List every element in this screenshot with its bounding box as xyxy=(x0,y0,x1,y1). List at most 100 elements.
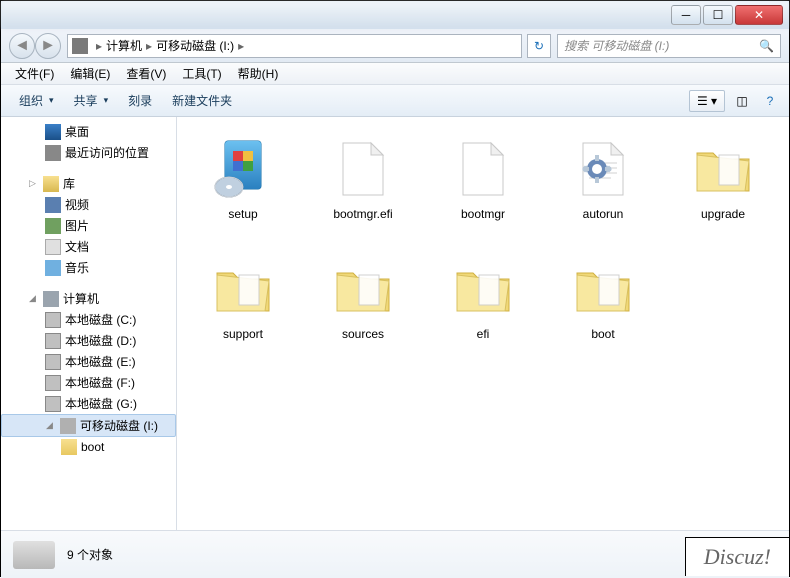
main-area: 桌面 最近访问的位置 ▷库 视频 图片 文档 音乐 ◢计算机 本地磁盘 (C:)… xyxy=(1,117,789,530)
file-item-efi[interactable]: efi xyxy=(425,249,541,365)
sidebar-computer[interactable]: ◢ 计算机 xyxy=(1,288,176,309)
sidebar-item-label: 桌面 xyxy=(65,123,89,140)
sidebar-disk-g[interactable]: 本地磁盘 (G:) xyxy=(1,393,176,414)
close-button[interactable]: ✕ xyxy=(735,5,783,25)
recent-icon xyxy=(45,145,61,161)
sidebar-disk-e[interactable]: 本地磁盘 (E:) xyxy=(1,351,176,372)
file-icon xyxy=(327,133,399,205)
sidebar-disk-d[interactable]: 本地磁盘 (D:) xyxy=(1,330,176,351)
sidebar-item-label: 本地磁盘 (F:) xyxy=(65,374,135,391)
menu-tools[interactable]: 工具(T) xyxy=(174,63,229,84)
folder-icon xyxy=(687,133,759,205)
file-list[interactable]: setup bootmgr.efi bootmgr autorun upgrade sup… xyxy=(177,117,789,530)
search-input[interactable]: 搜索 可移动磁盘 (I:) 🔍 xyxy=(557,34,781,58)
folder-icon xyxy=(61,439,77,455)
maximize-button[interactable]: ☐ xyxy=(703,5,733,25)
sidebar-item-label: 可移动磁盘 (I:) xyxy=(80,417,158,434)
help-button[interactable]: ? xyxy=(759,90,781,112)
menu-file[interactable]: 文件(F) xyxy=(7,63,62,84)
picture-icon xyxy=(45,218,61,234)
sidebar-recent[interactable]: 最近访问的位置 xyxy=(1,142,176,163)
breadcrumb-computer[interactable]: 计算机 xyxy=(106,37,142,54)
file-item-boot[interactable]: boot xyxy=(545,249,661,365)
file-icon xyxy=(447,133,519,205)
watermark: Discuz! xyxy=(685,537,789,576)
folder-icon xyxy=(327,253,399,325)
share-button[interactable]: 共享 xyxy=(64,88,119,113)
sidebar-disk-c[interactable]: 本地磁盘 (C:) xyxy=(1,309,176,330)
folder-icon xyxy=(567,253,639,325)
navigation-pane[interactable]: 桌面 最近访问的位置 ▷库 视频 图片 文档 音乐 ◢计算机 本地磁盘 (C:)… xyxy=(1,117,177,530)
command-bar: 组织 共享 刻录 新建文件夹 ☰ ▾ ◫ ? xyxy=(1,85,789,117)
exe-icon xyxy=(207,133,279,205)
file-item-bootmgr.efi[interactable]: bootmgr.efi xyxy=(305,129,421,245)
collapse-icon[interactable]: ◢ xyxy=(46,420,56,431)
expand-icon[interactable]: ▷ xyxy=(29,178,39,189)
sidebar-folder-boot[interactable]: boot xyxy=(1,437,176,457)
sidebar-videos[interactable]: 视频 xyxy=(1,194,176,215)
inf-icon xyxy=(567,133,639,205)
sidebar-item-label: 计算机 xyxy=(63,290,99,307)
folder-icon xyxy=(207,253,279,325)
file-label: autorun xyxy=(583,207,624,221)
document-icon xyxy=(45,239,61,255)
search-placeholder: 搜索 可移动磁盘 (I:) xyxy=(564,37,669,54)
file-item-support[interactable]: support xyxy=(185,249,301,365)
file-label: bootmgr.efi xyxy=(333,207,392,221)
sidebar-item-label: 文档 xyxy=(65,238,89,255)
status-bar: 9 个对象 xyxy=(1,530,789,578)
file-item-bootmgr[interactable]: bootmgr xyxy=(425,129,541,245)
breadcrumb-drive[interactable]: 可移动磁盘 (I:) xyxy=(156,37,234,54)
sidebar-item-label: 本地磁盘 (G:) xyxy=(65,395,137,412)
sidebar-item-label: 库 xyxy=(63,175,75,192)
sidebar-libraries[interactable]: ▷库 xyxy=(1,173,176,194)
music-icon xyxy=(45,260,61,276)
menu-view[interactable]: 查看(V) xyxy=(118,63,174,84)
sidebar-item-label: 图片 xyxy=(65,217,89,234)
search-icon[interactable]: 🔍 xyxy=(759,39,774,53)
preview-pane-button[interactable]: ◫ xyxy=(731,90,753,112)
file-item-sources[interactable]: sources xyxy=(305,249,421,365)
title-bar: ─ ☐ ✕ xyxy=(1,1,789,29)
sidebar-item-label: 本地磁盘 (D:) xyxy=(65,332,136,349)
minimize-button[interactable]: ─ xyxy=(671,5,701,25)
navigation-bar: ◄ ► ▸ 计算机 ▸ 可移动磁盘 (I:) ▸ ↻ 搜索 可移动磁盘 (I:)… xyxy=(1,29,789,63)
library-icon xyxy=(43,176,59,192)
disk-icon xyxy=(45,354,61,370)
file-label: bootmgr xyxy=(461,207,505,221)
forward-button[interactable]: ► xyxy=(35,33,61,59)
sidebar-documents[interactable]: 文档 xyxy=(1,236,176,257)
menu-bar: 文件(F) 编辑(E) 查看(V) 工具(T) 帮助(H) xyxy=(1,63,789,85)
sidebar-item-label: 本地磁盘 (E:) xyxy=(65,353,136,370)
file-label: boot xyxy=(591,327,614,341)
file-item-upgrade[interactable]: upgrade xyxy=(665,129,781,245)
address-bar[interactable]: ▸ 计算机 ▸ 可移动磁盘 (I:) ▸ xyxy=(67,34,522,58)
file-label: setup xyxy=(228,207,257,221)
video-icon xyxy=(45,197,61,213)
file-item-autorun[interactable]: autorun xyxy=(545,129,661,245)
burn-button[interactable]: 刻录 xyxy=(118,88,162,113)
sidebar-item-label: 视频 xyxy=(65,196,89,213)
back-button[interactable]: ◄ xyxy=(9,33,35,59)
disk-icon xyxy=(45,375,61,391)
collapse-icon[interactable]: ◢ xyxy=(29,293,39,304)
sidebar-item-label: 本地磁盘 (C:) xyxy=(65,311,136,328)
sidebar-desktop[interactable]: 桌面 xyxy=(1,121,176,142)
file-item-setup[interactable]: setup xyxy=(185,129,301,245)
sidebar-removable-i[interactable]: ◢ 可移动磁盘 (I:) xyxy=(1,414,176,437)
sidebar-pictures[interactable]: 图片 xyxy=(1,215,176,236)
sidebar-music[interactable]: 音乐 xyxy=(1,257,176,278)
view-options-button[interactable]: ☰ ▾ xyxy=(689,90,725,112)
sidebar-disk-f[interactable]: 本地磁盘 (F:) xyxy=(1,372,176,393)
refresh-button[interactable]: ↻ xyxy=(527,34,551,58)
new-folder-button[interactable]: 新建文件夹 xyxy=(162,88,242,113)
sidebar-item-label: boot xyxy=(81,440,104,454)
menu-edit[interactable]: 编辑(E) xyxy=(62,63,118,84)
disk-icon xyxy=(45,396,61,412)
sidebar-item-label: 音乐 xyxy=(65,259,89,276)
drive-icon xyxy=(72,38,88,54)
organize-button[interactable]: 组织 xyxy=(9,88,64,113)
file-label: upgrade xyxy=(701,207,745,221)
removable-icon xyxy=(60,418,76,434)
menu-help[interactable]: 帮助(H) xyxy=(230,63,287,84)
